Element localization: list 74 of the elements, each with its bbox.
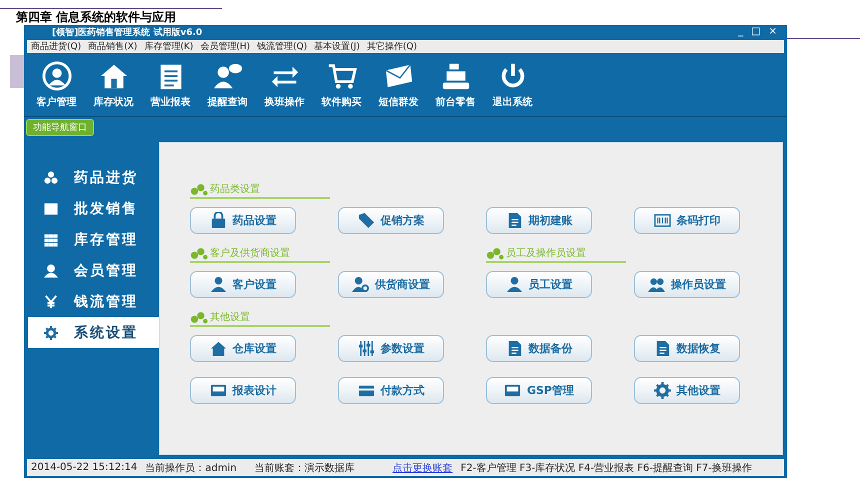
section-icon xyxy=(190,183,208,196)
sidebar-item[interactable]: 库存管理 xyxy=(24,224,159,255)
house-icon xyxy=(210,340,226,356)
change-account-link[interactable]: 点击更换账套 xyxy=(392,460,453,474)
section-heading: 药品类设置 xyxy=(190,182,330,199)
settings-button[interactable]: 仓库设置 xyxy=(190,334,296,362)
tag-icon xyxy=(358,212,374,228)
close-button[interactable]: × xyxy=(766,26,779,38)
sliders-icon xyxy=(358,340,374,356)
minimize-button[interactable]: _ xyxy=(736,26,746,38)
people-icon xyxy=(648,276,665,292)
section-heading: 客户及供货商设置 xyxy=(190,246,330,263)
toolbar-button[interactable]: 提醒查询 xyxy=(199,61,256,109)
slide-title: 第四章 信息系统的软件与应用 xyxy=(16,10,176,24)
person-icon xyxy=(210,276,226,292)
settings-button[interactable]: 数据备份 xyxy=(486,334,592,362)
people-chat-icon xyxy=(212,61,242,91)
settings-button[interactable]: 付款方式 xyxy=(338,376,444,404)
person-circle-icon xyxy=(42,61,72,91)
menu-item[interactable]: 钱流管理(Q) xyxy=(257,40,308,53)
toolbar-button[interactable]: 前台零售 xyxy=(427,61,484,109)
section-icon xyxy=(486,247,504,260)
pills-icon xyxy=(44,170,58,184)
menu-item[interactable]: 基本设置(J) xyxy=(314,40,360,53)
status-operator: 当前操作员：admin xyxy=(145,462,237,474)
settings-button[interactable]: 其他设置 xyxy=(634,376,740,404)
sidebar-item[interactable]: 系统设置 xyxy=(28,317,159,348)
settings-button[interactable]: 参数设置 xyxy=(338,334,444,362)
person-gear-icon xyxy=(352,276,369,292)
settings-button[interactable]: 促销方案 xyxy=(338,206,444,234)
settings-button[interactable]: 供货商设置 xyxy=(338,270,444,298)
menu-item[interactable]: 商品销售(X) xyxy=(88,40,138,53)
status-account: 当前账套：演示数据库 xyxy=(254,462,355,474)
settings-button[interactable]: 药品设置 xyxy=(190,206,296,234)
toolbar-button[interactable]: 营业报表 xyxy=(142,61,199,109)
sidebar-item[interactable]: 会员管理 xyxy=(24,255,159,286)
status-time: 2014-05-22 15:12:14 xyxy=(31,462,138,473)
section-heading: 其他设置 xyxy=(190,310,330,327)
grid-icon xyxy=(44,232,58,246)
toolbar-button[interactable]: 客户管理 xyxy=(28,61,85,109)
toolbar-button[interactable]: 软件购买 xyxy=(313,61,370,109)
yen-icon xyxy=(44,294,58,308)
toolbar-button[interactable]: 短信群发 xyxy=(370,61,427,109)
toolbar-button[interactable]: 退出系统 xyxy=(484,61,541,109)
maximize-button[interactable]: □ xyxy=(749,26,763,38)
settings-button[interactable]: 员工设置 xyxy=(486,270,592,298)
menu-item[interactable]: 库存管理(K) xyxy=(144,40,194,53)
section-icon xyxy=(190,311,208,324)
gear-icon xyxy=(654,382,670,398)
sidebar-item[interactable]: 钱流管理 xyxy=(24,286,159,317)
settings-button[interactable]: 报表设计 xyxy=(190,376,296,404)
section-icon xyxy=(190,247,208,260)
settings-button[interactable]: 客户设置 xyxy=(190,270,296,298)
menu-item[interactable]: 其它操作(Q) xyxy=(366,40,417,53)
settings-button[interactable]: 条码打印 xyxy=(634,206,740,234)
settings-button[interactable]: 期初建账 xyxy=(486,206,592,234)
menu-item[interactable]: 会员管理(H) xyxy=(200,40,250,53)
barcode-icon xyxy=(654,212,670,228)
gear-icon xyxy=(44,326,58,340)
sidebar-item[interactable]: 药品进货 xyxy=(24,162,159,193)
settings-button[interactable]: 操作员设置 xyxy=(634,270,740,298)
menu-item[interactable]: 商品进货(Q) xyxy=(31,40,82,53)
settings-button[interactable]: 数据恢复 xyxy=(634,334,740,362)
toolbar-button[interactable]: 换班操作 xyxy=(256,61,313,109)
section-heading: 员工及操作员设置 xyxy=(486,246,626,263)
sidebar-item[interactable]: 批发销售 xyxy=(24,193,159,224)
person-icon xyxy=(506,276,522,292)
settings-button[interactable]: GSP管理 xyxy=(486,376,592,404)
slide-decoration xyxy=(10,55,24,88)
status-shortcuts: F2-客户管理 F3-库存状况 F4-营业报表 F6-提醒查询 F7-换班操作 xyxy=(460,462,752,474)
lock-icon xyxy=(210,212,226,228)
person-icon xyxy=(44,264,58,278)
window-title: [领智]医药销售管理系统 试用版v6.0 xyxy=(52,26,202,38)
toolbar-button[interactable]: 库存状况 xyxy=(85,61,142,109)
